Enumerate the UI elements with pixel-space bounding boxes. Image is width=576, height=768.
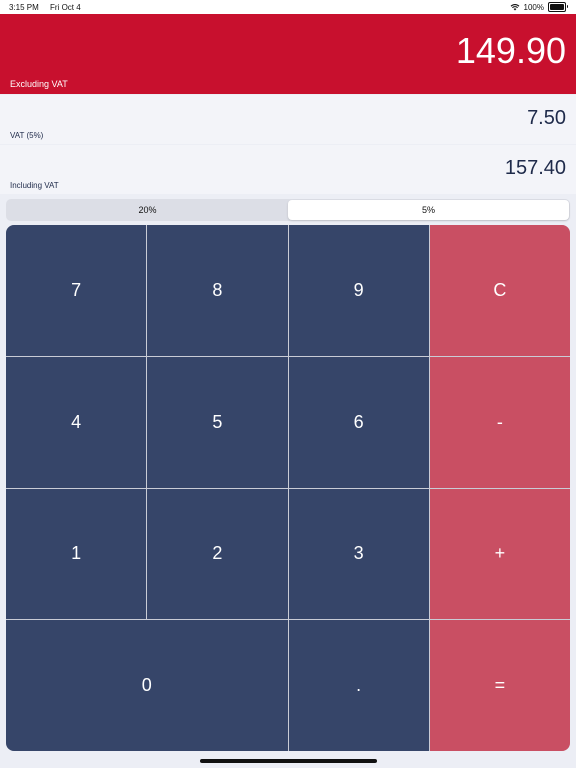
wifi-icon <box>510 4 519 11</box>
including-vat-row: 157.40 Including VAT <box>0 145 576 194</box>
status-time: 3:15 PM <box>9 3 39 12</box>
key-9[interactable]: 9 <box>288 225 429 356</box>
key-7[interactable]: 7 <box>6 225 147 356</box>
decimal-button[interactable]: . <box>288 620 429 751</box>
including-vat-label: Including VAT <box>10 181 59 190</box>
rate-option-20[interactable]: 20% <box>7 200 288 220</box>
vat-rate-selector: 20% 5% <box>6 199 570 221</box>
plus-button[interactable]: + <box>429 488 570 620</box>
status-bar: 3:15 PM Fri Oct 4 100% <box>0 0 576 14</box>
excluding-vat-label: Excluding VAT <box>10 79 68 89</box>
keypad: 7 8 9 C 4 5 6 - 1 2 3 + 0 . = <box>6 225 570 751</box>
battery-percent: 100% <box>523 2 544 12</box>
key-0[interactable]: 0 <box>6 620 288 751</box>
excluding-vat-value: 149.90 <box>455 30 566 71</box>
key-8[interactable]: 8 <box>147 225 288 356</box>
status-date: Fri Oct 4 <box>50 3 81 12</box>
battery-icon <box>548 2 568 12</box>
home-indicator[interactable] <box>200 759 377 763</box>
including-vat-value: 157.40 <box>504 157 566 179</box>
excluding-vat-panel: 149.90 Excluding VAT <box>0 14 576 94</box>
key-1[interactable]: 1 <box>6 488 147 620</box>
key-6[interactable]: 6 <box>288 356 429 488</box>
clear-button[interactable]: C <box>429 225 570 356</box>
key-4[interactable]: 4 <box>6 356 147 488</box>
vat-row: 7.50 VAT (5%) <box>0 95 576 144</box>
rate-option-5[interactable]: 5% <box>288 200 569 220</box>
equals-button[interactable]: = <box>429 620 570 751</box>
vat-label: VAT (5%) <box>10 131 44 140</box>
key-5[interactable]: 5 <box>147 356 288 488</box>
minus-button[interactable]: - <box>429 356 570 488</box>
key-2[interactable]: 2 <box>147 488 288 620</box>
vat-value: 7.50 <box>527 107 566 129</box>
key-3[interactable]: 3 <box>288 488 429 620</box>
